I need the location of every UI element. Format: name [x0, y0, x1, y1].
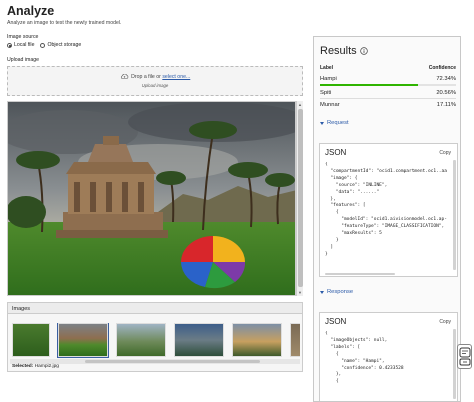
- json-scrollbar[interactable]: [453, 329, 456, 399]
- images-panel-title: Images: [8, 303, 302, 314]
- file-dropzone[interactable]: Drop a file or select one... Upload imag…: [7, 66, 303, 96]
- thumbnail-image[interactable]: [232, 323, 282, 357]
- response-json-code: { "imageObjects": null, "labels": [ { "n…: [325, 331, 404, 385]
- dropzone-text: Drop a file or select one...: [8, 74, 302, 80]
- scroll-up-arrow-icon[interactable]: ▲: [298, 102, 302, 107]
- dropzone-note: Upload image: [141, 83, 169, 88]
- chevron-down-icon: [320, 121, 324, 125]
- response-toggle-label: Response: [327, 289, 354, 295]
- result-label: Hampi: [320, 76, 337, 82]
- scroll-thumb[interactable]: [298, 109, 303, 287]
- scroll-thumb[interactable]: [85, 360, 260, 363]
- select-file-link[interactable]: select one...: [162, 74, 190, 80]
- confidence-bar: [320, 84, 456, 87]
- confidence-bar-fill: [320, 84, 419, 87]
- selected-label: Selected:: [12, 364, 34, 369]
- response-json-card: JSON Copy { "imageObjects": null, "label…: [319, 312, 458, 401]
- images-panel: Images Selected: Hampi2.jpg: [7, 302, 303, 372]
- results-panel: Results Label Confidence Hampi 72.34% Sp…: [313, 36, 461, 402]
- label-column-header: Label: [320, 65, 334, 71]
- result-confidence: 72.34%: [436, 76, 456, 82]
- response-toggle[interactable]: Response: [320, 289, 353, 295]
- thumbnail-image[interactable]: [174, 323, 224, 357]
- thumbnail-image[interactable]: [290, 323, 300, 357]
- confidence-column-header: Confidence: [428, 65, 456, 71]
- page-subtitle: Analyze an image to test the newly train…: [7, 20, 122, 26]
- request-json-card: JSON Copy { "compartmentId": "ocid1.comp…: [319, 143, 458, 277]
- image-vertical-scrollbar[interactable]: ▲ ▼: [296, 101, 303, 296]
- radio-object-storage[interactable]: Object storage: [40, 42, 81, 48]
- result-label: Spiti: [320, 90, 332, 96]
- result-label: Munnar: [320, 102, 340, 108]
- result-row: Munnar 17.11%: [320, 102, 456, 108]
- radio-local-file[interactable]: Local file: [7, 42, 34, 48]
- request-json-code: { "compartmentId": "ocid1.compartment.oc…: [325, 162, 447, 257]
- image-source-radio-group: Local file Object storage: [7, 42, 81, 48]
- chat-icon: [459, 347, 471, 366]
- info-icon[interactable]: [360, 47, 368, 55]
- selected-image-text: Selected: Hampi2.jpg: [12, 364, 59, 369]
- cloud-upload-icon: [120, 74, 128, 79]
- result-row: Spiti 20.56%: [320, 90, 456, 96]
- selected-filename: Hampi2.jpg: [34, 364, 59, 369]
- results-table-header: Label Confidence: [320, 65, 456, 71]
- thumbnail-image[interactable]: [12, 323, 50, 357]
- thumbnail-image[interactable]: [116, 323, 166, 357]
- upload-image-label: Upload image: [7, 57, 40, 63]
- scroll-down-arrow-icon[interactable]: ▼: [298, 290, 302, 295]
- request-toggle-label: Request: [327, 120, 349, 126]
- analyze-panel: Analyze Analyze an image to test the new…: [0, 0, 306, 402]
- drop-file-text: Drop a file or: [131, 74, 161, 80]
- divider: [320, 98, 456, 99]
- copy-button[interactable]: Copy: [439, 150, 451, 156]
- radio-selected-icon[interactable]: [7, 42, 12, 48]
- thumbnail-image-selected[interactable]: [57, 323, 109, 358]
- radio-local-file-label: Local file: [14, 42, 35, 48]
- radio-object-storage-label: Object storage: [47, 42, 82, 48]
- preview-image: [7, 101, 296, 296]
- image-source-label: Image source: [7, 34, 39, 40]
- copy-button[interactable]: Copy: [439, 319, 451, 325]
- page-title: Analyze: [7, 4, 55, 18]
- radio-unselected-icon[interactable]: [40, 42, 46, 48]
- json-scrollbar[interactable]: [453, 160, 456, 270]
- result-confidence: 17.11%: [436, 102, 456, 108]
- result-row: Hampi 72.34%: [320, 76, 456, 82]
- json-title: JSON: [325, 148, 347, 157]
- chevron-down-icon: [320, 290, 324, 294]
- json-title: JSON: [325, 317, 347, 326]
- json-horizontal-scrollbar[interactable]: [325, 273, 395, 275]
- results-title: Results: [320, 45, 357, 57]
- image-thumbnails: [10, 323, 300, 361]
- request-toggle[interactable]: Request: [320, 120, 349, 126]
- feedback-button[interactable]: [457, 344, 472, 369]
- result-confidence: 20.56%: [436, 90, 456, 96]
